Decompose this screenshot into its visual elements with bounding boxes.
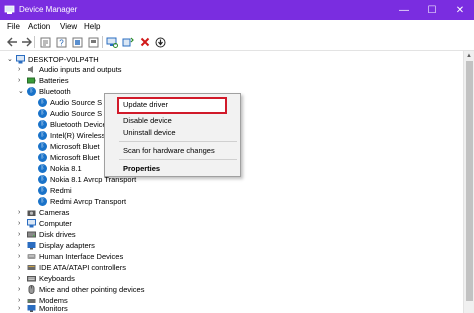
device-label: Microsoft Bluet [50, 153, 100, 162]
collapse-icon[interactable]: ⌄ [18, 86, 26, 97]
expand-icon[interactable]: › [18, 64, 26, 75]
menu-item-uninstall-device[interactable]: Uninstall device [105, 127, 242, 139]
vertical-scrollbar[interactable]: ▲ [463, 51, 474, 313]
close-button[interactable]: ✕ [446, 0, 474, 20]
device-label: Audio Source S [50, 98, 103, 107]
battery-icon [27, 77, 36, 84]
bluetooth-icon: ᛒ [38, 186, 47, 195]
context-menu: Update driver Disable device Uninstall d… [104, 93, 241, 177]
toolbar-separator [102, 36, 103, 48]
menu-item-scan-hardware[interactable]: Scan for hardware changes [105, 145, 242, 157]
uninstall-icon[interactable] [139, 36, 151, 48]
device-label: Intel(R) Wireless [50, 131, 106, 140]
minimize-button[interactable]: — [390, 0, 418, 20]
device-manager-icon [4, 5, 15, 14]
show-hidden-icon[interactable] [71, 36, 83, 48]
tree-category-label: Bluetooth [39, 87, 71, 96]
speaker-icon [28, 66, 33, 73]
download-driver-icon[interactable] [154, 36, 166, 48]
bluetooth-icon: ᛒ [38, 142, 47, 151]
refresh-icon[interactable] [87, 36, 99, 48]
menu-item-label: Update driver [123, 100, 169, 109]
menu-separator [119, 141, 237, 142]
expand-icon[interactable]: › [18, 273, 26, 284]
bluetooth-icon: ᛒ [38, 98, 47, 107]
tree-category-label: Human Interface Devices [39, 252, 124, 261]
bluetooth-icon: ᛒ [38, 109, 47, 118]
help-icon[interactable]: ? [55, 36, 67, 48]
bluetooth-icon: ᛒ [38, 153, 47, 162]
forward-icon[interactable] [20, 36, 32, 48]
menu-item-properties[interactable]: Properties [105, 163, 242, 175]
tree-category-label: Keyboards [39, 274, 75, 283]
keyboard-icon [27, 276, 36, 282]
tree-category-label: IDE ATA/ATAPI controllers [39, 263, 126, 272]
scan-hardware-icon[interactable] [106, 36, 118, 48]
expand-icon[interactable]: › [18, 262, 26, 273]
disk-icon [27, 231, 36, 238]
collapse-icon[interactable]: ⌄ [7, 54, 15, 65]
scroll-up-arrow-icon[interactable]: ▲ [466, 53, 472, 59]
expand-icon[interactable]: › [18, 240, 26, 251]
menu-item-label: Uninstall device [123, 128, 176, 137]
device-label: Redmi [50, 186, 72, 195]
tree-category-label: Batteries [39, 76, 69, 85]
monitor-icon [27, 305, 36, 312]
tree-category-label: Mice and other pointing devices [39, 285, 145, 294]
title-bar: Device Manager — ☐ ✕ [0, 0, 474, 20]
expand-icon[interactable]: › [18, 218, 26, 229]
tree-category-label: Monitors [39, 304, 68, 313]
device-label: Redmi Avrcp Transport [50, 197, 127, 206]
maximize-button[interactable]: ☐ [418, 0, 446, 20]
menu-item-update-driver[interactable]: Update driver [105, 99, 242, 111]
menu-item-label: Disable device [123, 116, 172, 125]
menu-help[interactable]: Help [84, 22, 100, 31]
device-label: Nokia 8.1 [50, 164, 82, 173]
computer-icon [27, 219, 36, 228]
camera-icon [27, 210, 36, 216]
expand-icon[interactable]: › [18, 251, 26, 262]
menu-view[interactable]: View [60, 22, 77, 31]
bluetooth-icon: ᛒ [38, 164, 47, 173]
tree-category-label: Computer [39, 219, 72, 228]
tree-category-label: Display adapters [39, 241, 95, 250]
expand-icon[interactable]: › [18, 75, 26, 86]
menu-action[interactable]: Action [28, 22, 50, 31]
ide-icon [27, 265, 36, 270]
menu-separator [119, 159, 237, 160]
bluetooth-icon: ᛒ [38, 175, 47, 184]
svg-text:?: ? [59, 38, 64, 47]
menu-item-label: Scan for hardware changes [123, 146, 215, 155]
bluetooth-icon: ᛒ [38, 197, 47, 206]
display-icon [27, 242, 36, 250]
expand-icon[interactable]: › [18, 303, 26, 313]
tree-category-label: Audio inputs and outputs [39, 65, 122, 74]
bluetooth-icon: ᛒ [38, 120, 47, 129]
tree-category-label: Disk drives [39, 230, 76, 239]
tree-category-label: Cameras [39, 208, 70, 217]
back-icon[interactable] [6, 36, 18, 48]
scrollbar-thumb[interactable] [466, 61, 473, 301]
menu-item-label: Properties [123, 164, 161, 173]
properties-icon[interactable] [39, 36, 51, 48]
update-driver-icon[interactable] [122, 36, 134, 48]
toolbar: ? [0, 33, 474, 50]
menu-bar: File Action View Help [0, 20, 474, 33]
device-label: Bluetooth Device [50, 120, 107, 129]
bluetooth-icon: ᛒ [38, 131, 47, 140]
window-title: Device Manager [19, 5, 78, 14]
mouse-icon [28, 285, 35, 294]
device-label: Microsoft Bluet [50, 142, 100, 151]
computer-icon [16, 55, 25, 64]
expand-icon[interactable]: › [18, 207, 26, 218]
expand-icon[interactable]: › [18, 229, 26, 240]
hid-icon [27, 254, 36, 259]
menu-file[interactable]: File [7, 22, 20, 31]
device-label: Audio Source S [50, 109, 103, 118]
bluetooth-icon: ᛒ [27, 87, 36, 96]
expand-icon[interactable]: › [18, 284, 26, 295]
menu-item-disable-device[interactable]: Disable device [105, 115, 242, 127]
toolbar-separator [34, 36, 35, 48]
